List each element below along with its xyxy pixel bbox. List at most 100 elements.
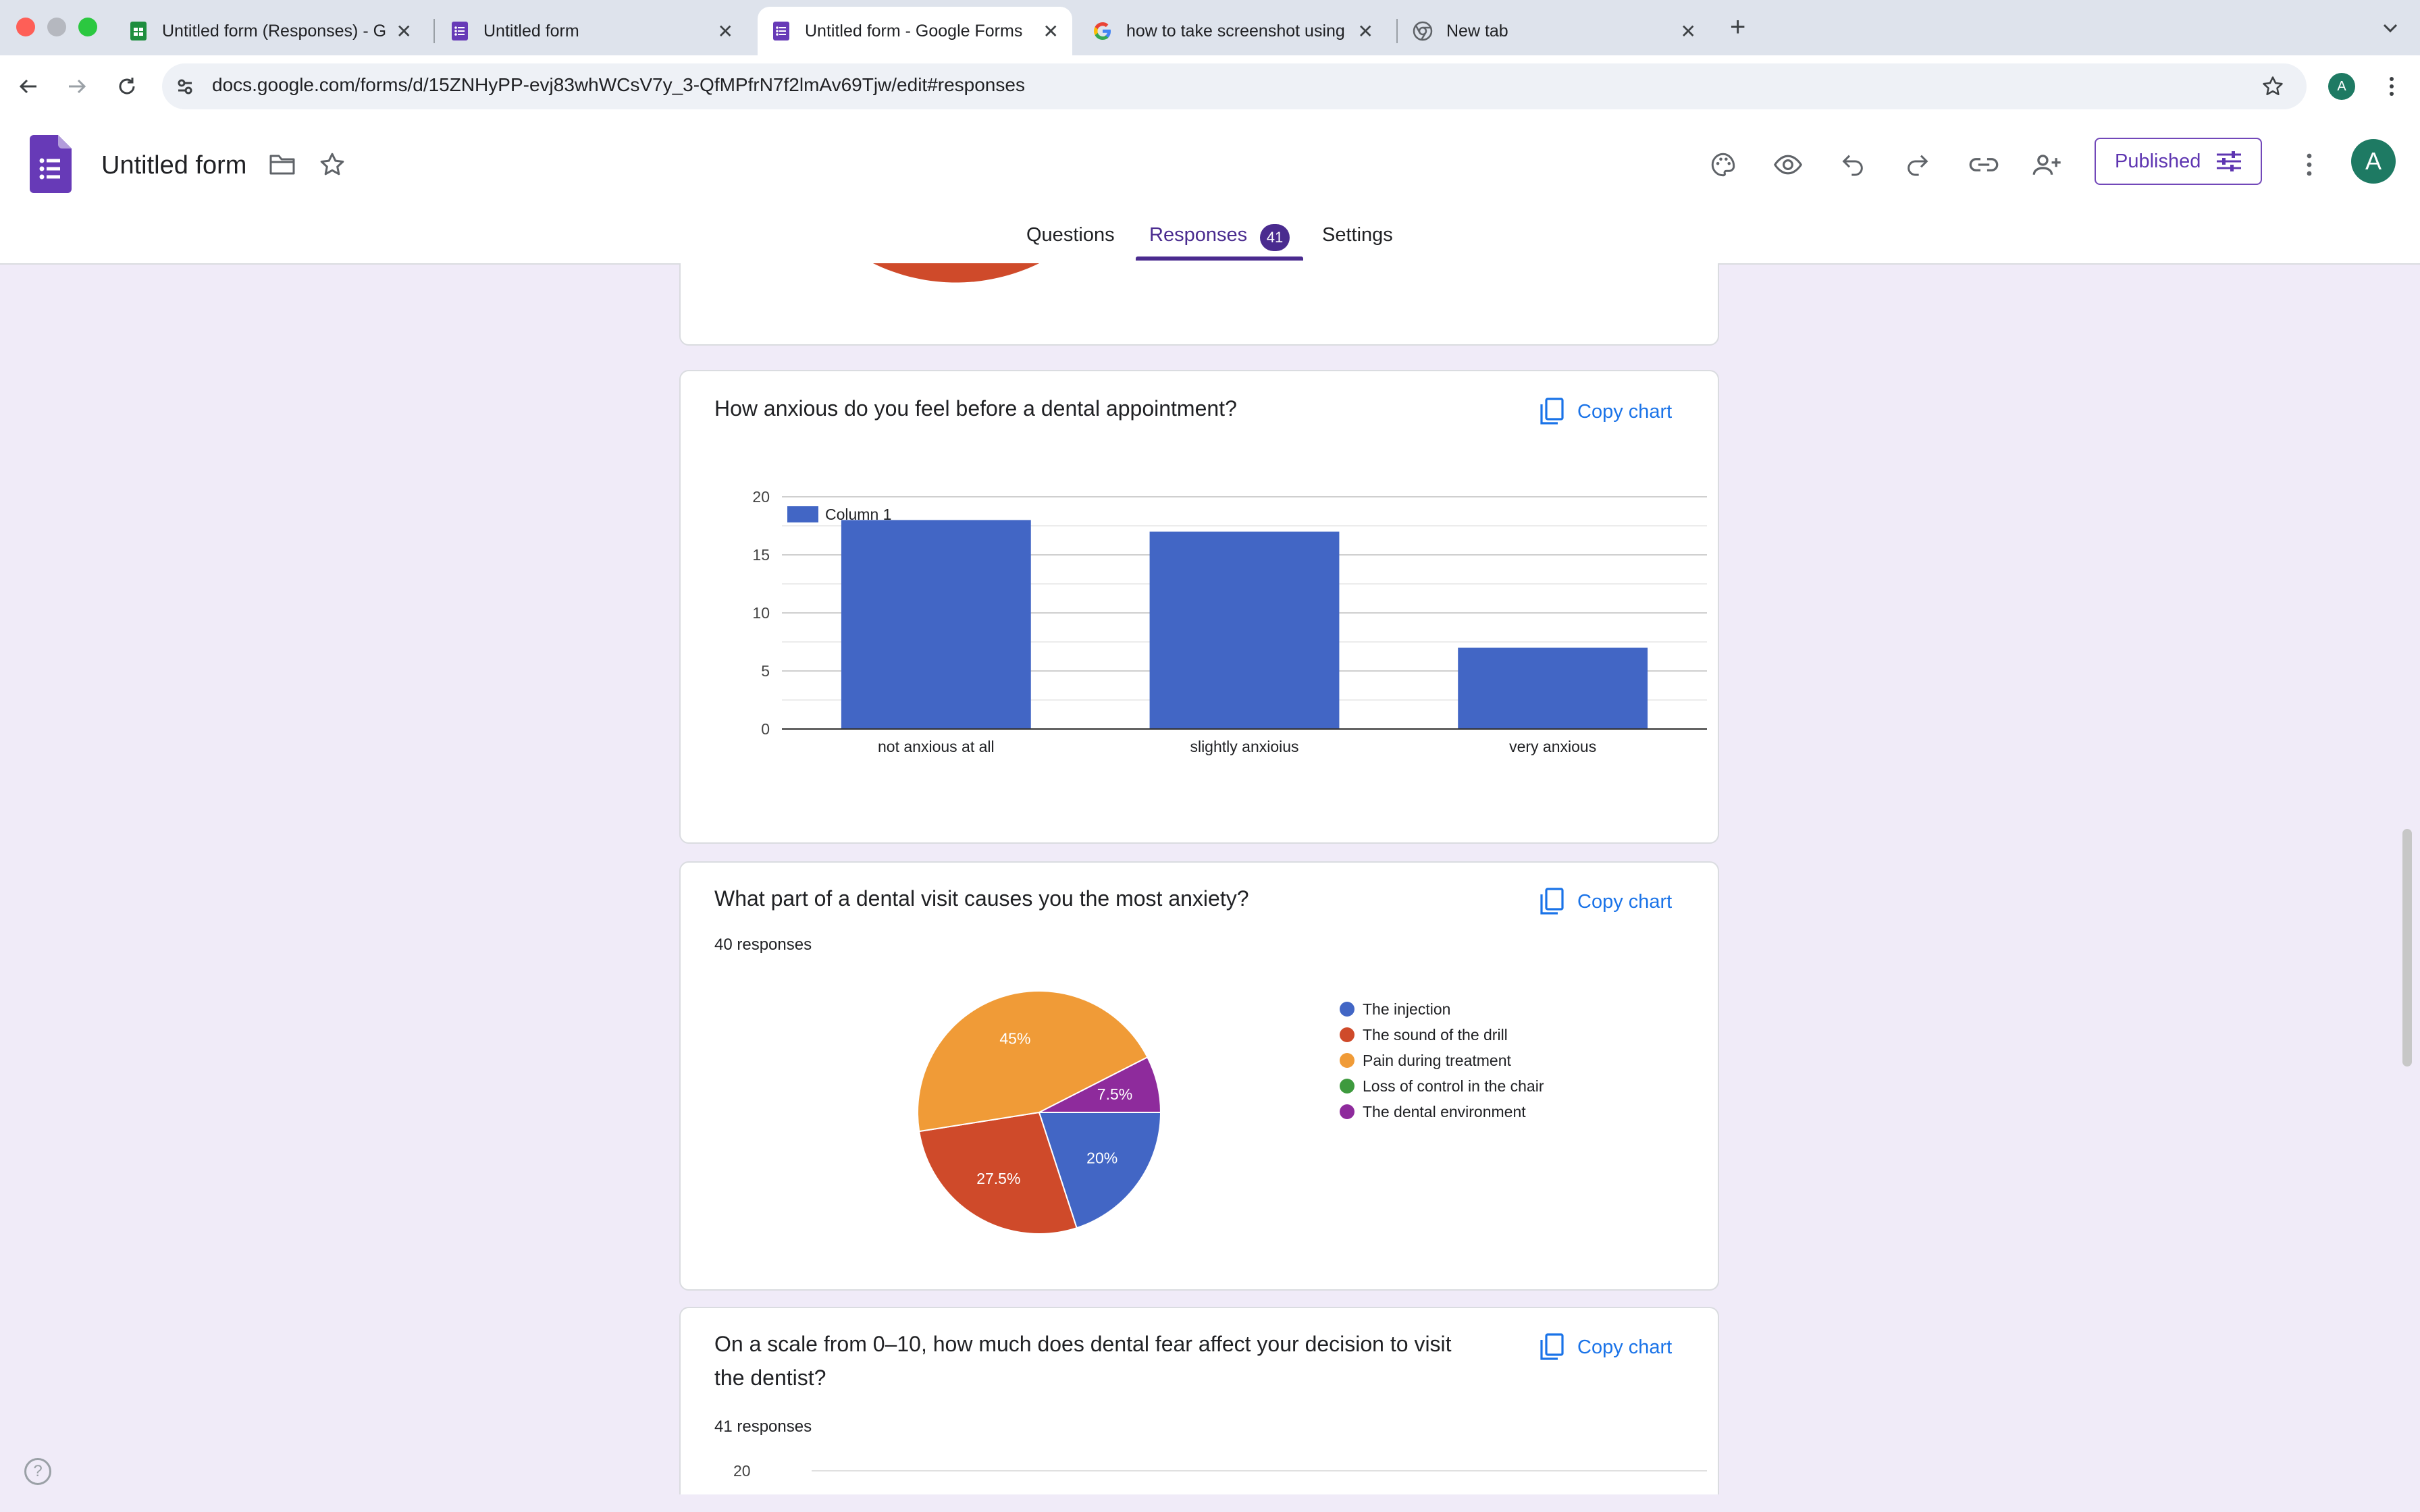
browser-tab-2[interactable]: Untitled form ✕ [436, 7, 747, 55]
previous-pie-fragment [873, 263, 1040, 283]
close-tab-icon[interactable]: ✕ [1681, 20, 1696, 43]
previous-question-card: 27.5% [679, 263, 1719, 346]
legend-label: Loss of control in the chair [1363, 1077, 1544, 1095]
add-collaborators-icon[interactable] [2028, 146, 2066, 184]
reload-icon[interactable] [112, 72, 142, 101]
responses-scroll-area[interactable]: 27.5% How anxious do you feel before a d… [0, 263, 2420, 1494]
tab-separator [433, 19, 435, 43]
close-tab-icon[interactable]: ✕ [1043, 20, 1059, 43]
forward-arrow-icon[interactable] [62, 72, 92, 101]
window-close-button[interactable] [16, 18, 35, 36]
copy-chart-label: Copy chart [1577, 890, 1673, 913]
pie-slice-label: 20% [1086, 1150, 1117, 1167]
question-title: How anxious do you feel before a dental … [714, 396, 1237, 421]
copy-chart-label: Copy chart [1577, 1336, 1673, 1358]
legend-label: Column 1 [825, 506, 891, 523]
star-icon[interactable] [313, 146, 351, 184]
legend-label: Pain during treatment [1363, 1051, 1511, 1069]
tab-title: Untitled form - Google Forms [805, 21, 1023, 40]
x-axis-category-label: very anxious [1509, 738, 1596, 755]
copy-link-icon[interactable] [1965, 146, 2003, 184]
y-axis-tick-label: 5 [761, 662, 770, 680]
back-arrow-icon[interactable] [14, 72, 43, 101]
close-tab-icon[interactable]: ✕ [396, 20, 412, 43]
copy-chart-button[interactable]: Copy chart [1537, 887, 1672, 917]
copy-icon [1537, 1332, 1567, 1362]
tab-title: how to take screenshot using [1126, 21, 1345, 40]
copy-icon [1537, 397, 1567, 427]
tab-questions[interactable]: Questions [1026, 224, 1115, 246]
google-icon [1093, 21, 1113, 41]
bar-chart: 0 5 10 15 20 not anxious at all slightly anxio… [752, 488, 1707, 755]
help-icon[interactable]: ? [24, 1458, 51, 1485]
google-forms-logo[interactable] [30, 135, 73, 193]
question-title-line-1: On a scale from 0–10, how much does dent… [714, 1332, 1452, 1356]
bar [841, 520, 1031, 729]
sheets-icon [128, 21, 149, 41]
question-title-line-2: the dentist? [714, 1366, 826, 1390]
question-card-anxiety-cause: What part of a dental visit causes you t… [679, 861, 1719, 1291]
browser-tab-3-active[interactable]: Untitled form - Google Forms ✕ [758, 7, 1072, 55]
tab-settings[interactable]: Settings [1322, 224, 1393, 246]
legend-swatch [787, 506, 818, 522]
forms-icon [450, 21, 470, 41]
window-maximize-button[interactable] [78, 18, 97, 36]
forms-icon [771, 21, 791, 41]
pie-slice-label: 27.5% [976, 1170, 1020, 1187]
legend-color-dot [1340, 1002, 1354, 1017]
customize-theme-palette-icon[interactable] [1704, 146, 1742, 184]
legend-color-dot [1340, 1104, 1354, 1119]
legend-color-dot [1340, 1053, 1354, 1068]
copy-chart-button[interactable]: Copy chart [1537, 1332, 1672, 1362]
window-minimize-button[interactable] [47, 18, 66, 36]
legend-item: Loss of control in the chair [1340, 1073, 1544, 1099]
browser-tab-5[interactable]: New tab ✕ [1399, 7, 1710, 55]
browser-tab-1[interactable]: Untitled form (Responses) - G ✕ [115, 7, 425, 55]
tab-title: Untitled form [483, 21, 579, 40]
response-count: 41 responses [714, 1418, 812, 1436]
legend-label: The injection [1363, 1000, 1451, 1018]
question-card-fear-scale: On a scale from 0–10, how much does dent… [679, 1307, 1719, 1494]
close-tab-icon[interactable]: ✕ [1358, 20, 1373, 43]
browser-menu-icon[interactable] [2378, 73, 2405, 100]
more-options-icon[interactable] [2290, 146, 2328, 184]
bar [1458, 647, 1648, 729]
x-axis-category-label: slightly anxioius [1190, 738, 1298, 755]
copy-chart-button[interactable]: Copy chart [1537, 397, 1672, 427]
legend-item: Pain during treatment [1340, 1048, 1544, 1073]
browser-tab-4[interactable]: how to take screenshot using ✕ [1079, 7, 1387, 55]
publish-settings-sliders-icon [2215, 150, 2242, 173]
undo-icon[interactable] [1834, 146, 1872, 184]
legend-color-dot [1340, 1027, 1354, 1042]
y-axis-tick-label: 15 [752, 546, 770, 564]
page-scrollbar-thumb[interactable] [2402, 829, 2412, 1066]
redo-icon[interactable] [1899, 146, 1937, 184]
pie-slice-label: 7.5% [1097, 1085, 1132, 1103]
preview-eye-icon[interactable] [1769, 146, 1807, 184]
close-tab-icon[interactable]: ✕ [718, 20, 733, 43]
legend-label: The sound of the drill [1363, 1025, 1508, 1044]
bar [1149, 531, 1340, 729]
tab-responses[interactable]: Responses [1149, 224, 1247, 246]
x-axis-category-label: not anxious at all [878, 738, 995, 755]
browser-profile-avatar[interactable]: A [2328, 73, 2355, 100]
tab-title: New tab [1446, 21, 1508, 40]
move-to-folder-icon[interactable] [263, 146, 301, 184]
tab-search-chevron-icon[interactable] [2377, 15, 2404, 42]
legend-label: The dental environment [1363, 1102, 1526, 1120]
pie-slice-label: 27.5% [1024, 277, 1068, 294]
tab-separator [1396, 19, 1398, 43]
published-button[interactable]: Published [2095, 138, 2262, 185]
bookmark-star-icon[interactable] [2259, 73, 2286, 100]
account-avatar[interactable]: A [2351, 139, 2396, 184]
legend-item: The sound of the drill [1340, 1022, 1544, 1048]
new-tab-plus-icon[interactable]: + [1730, 14, 1745, 40]
question-title: What part of a dental visit causes you t… [714, 886, 1249, 911]
form-title[interactable]: Untitled form [101, 151, 246, 180]
site-info-icon[interactable] [173, 74, 197, 99]
responses-count-badge: 41 [1260, 224, 1290, 251]
url-text[interactable]: docs.google.com/forms/d/15ZNHyPP-evj83wh… [212, 74, 1025, 96]
pie-chart: 20% 27.5% 45% 7.5% [917, 990, 1162, 1235]
y-axis-tick-label: 20 [752, 488, 770, 506]
active-tab-indicator [1136, 256, 1303, 261]
